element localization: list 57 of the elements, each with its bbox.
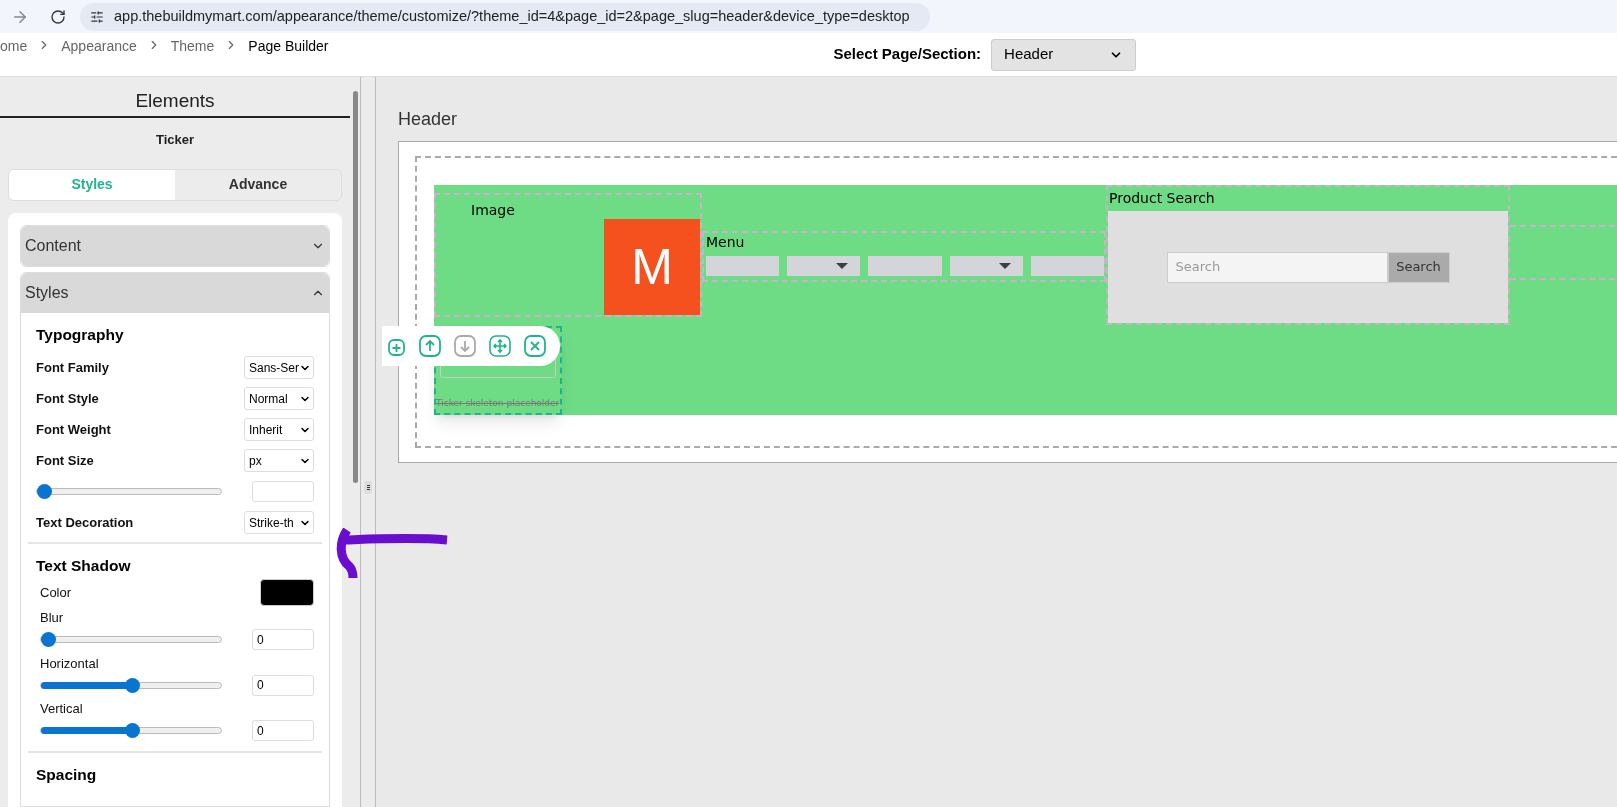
canvas-title: Header — [398, 108, 459, 131]
move-up-icon[interactable] — [419, 335, 441, 357]
drag-icon[interactable] — [489, 335, 511, 357]
dropdown-arrow-icon — [998, 263, 1011, 269]
url-text: app.thebuildmymart.com/appearance/theme/customize/?theme_id=4&page_id=2&page_slug=header&device_type=desktop — [114, 6, 910, 26]
input-field[interactable]: 0 — [252, 674, 314, 696]
breadcrumb-item[interactable]: Theme — [170, 36, 215, 57]
field-label: Font Size — [36, 451, 94, 470]
input-field[interactable]: 0 — [252, 720, 314, 742]
dropdown[interactable]: Sans-Ser — [244, 356, 314, 379]
site-info-icon[interactable] — [90, 9, 104, 24]
slider-thumb[interactable] — [37, 484, 52, 499]
logo: M — [604, 219, 700, 315]
input-field[interactable] — [252, 481, 314, 502]
field-label: Text Decoration — [36, 513, 134, 532]
menu-item[interactable] — [787, 256, 861, 276]
dropdown[interactable]: px — [244, 449, 314, 472]
block-label: Menu — [706, 233, 746, 251]
resize-handle[interactable] — [364, 481, 372, 494]
search-button[interactable]: Search — [1387, 251, 1450, 283]
block-label: Image — [471, 201, 515, 220]
reload-icon[interactable] — [50, 8, 66, 25]
dropdown[interactable]: Strike-th — [244, 511, 314, 534]
section-heading: Typography — [36, 324, 125, 345]
section-heading: Text Shadow — [36, 556, 132, 576]
scrollbar-thumb[interactable] — [352, 91, 358, 483]
section-heading: Spacing — [36, 764, 98, 785]
breadcrumb-item: Page Builder — [248, 37, 329, 56]
accordion-header[interactable]: Styles — [21, 272, 329, 313]
field-label: Font Style — [36, 389, 99, 408]
dropdown[interactable]: Normal — [244, 387, 314, 410]
input-field[interactable]: 0 — [252, 629, 314, 651]
field-label: Vertical — [40, 700, 84, 719]
add-icon[interactable] — [386, 336, 406, 356]
field-label: Blur — [40, 609, 65, 628]
move-down-icon[interactable] — [454, 335, 476, 357]
dropdown-arrow-icon — [836, 263, 849, 269]
field-label: Font Family — [36, 358, 109, 377]
address-bar[interactable]: app.thebuildmymart.com/appearance/theme/customize/?theme_id=4&page_id=2&page_slug=header&device_type=desktop — [80, 2, 930, 31]
color-swatch[interactable] — [260, 579, 314, 607]
breadcrumb-item[interactable]: Appearance — [61, 36, 137, 57]
select-label: Select Page/Section: — [833, 44, 982, 65]
slider-thumb[interactable] — [124, 677, 140, 693]
slider-thumb[interactable] — [41, 632, 56, 648]
section-select[interactable]: Header — [991, 38, 1137, 71]
element-name: Ticker — [154, 130, 196, 149]
breadcrumb-item[interactable]: ome — [0, 36, 28, 57]
dropdown[interactable]: Inherit — [244, 418, 314, 441]
slider-thumb[interactable] — [124, 723, 140, 739]
placeholder-text: Ticker skeleton placeholder — [436, 396, 560, 410]
menu-item[interactable] — [949, 256, 1023, 276]
close-icon[interactable] — [524, 335, 546, 357]
field-label: Horizontal — [40, 654, 100, 673]
block-label: Product Search — [1108, 189, 1216, 208]
field-label: Font Weight — [36, 420, 111, 439]
accordion-header[interactable]: Content — [21, 225, 329, 266]
field-label: Color — [40, 584, 72, 602]
